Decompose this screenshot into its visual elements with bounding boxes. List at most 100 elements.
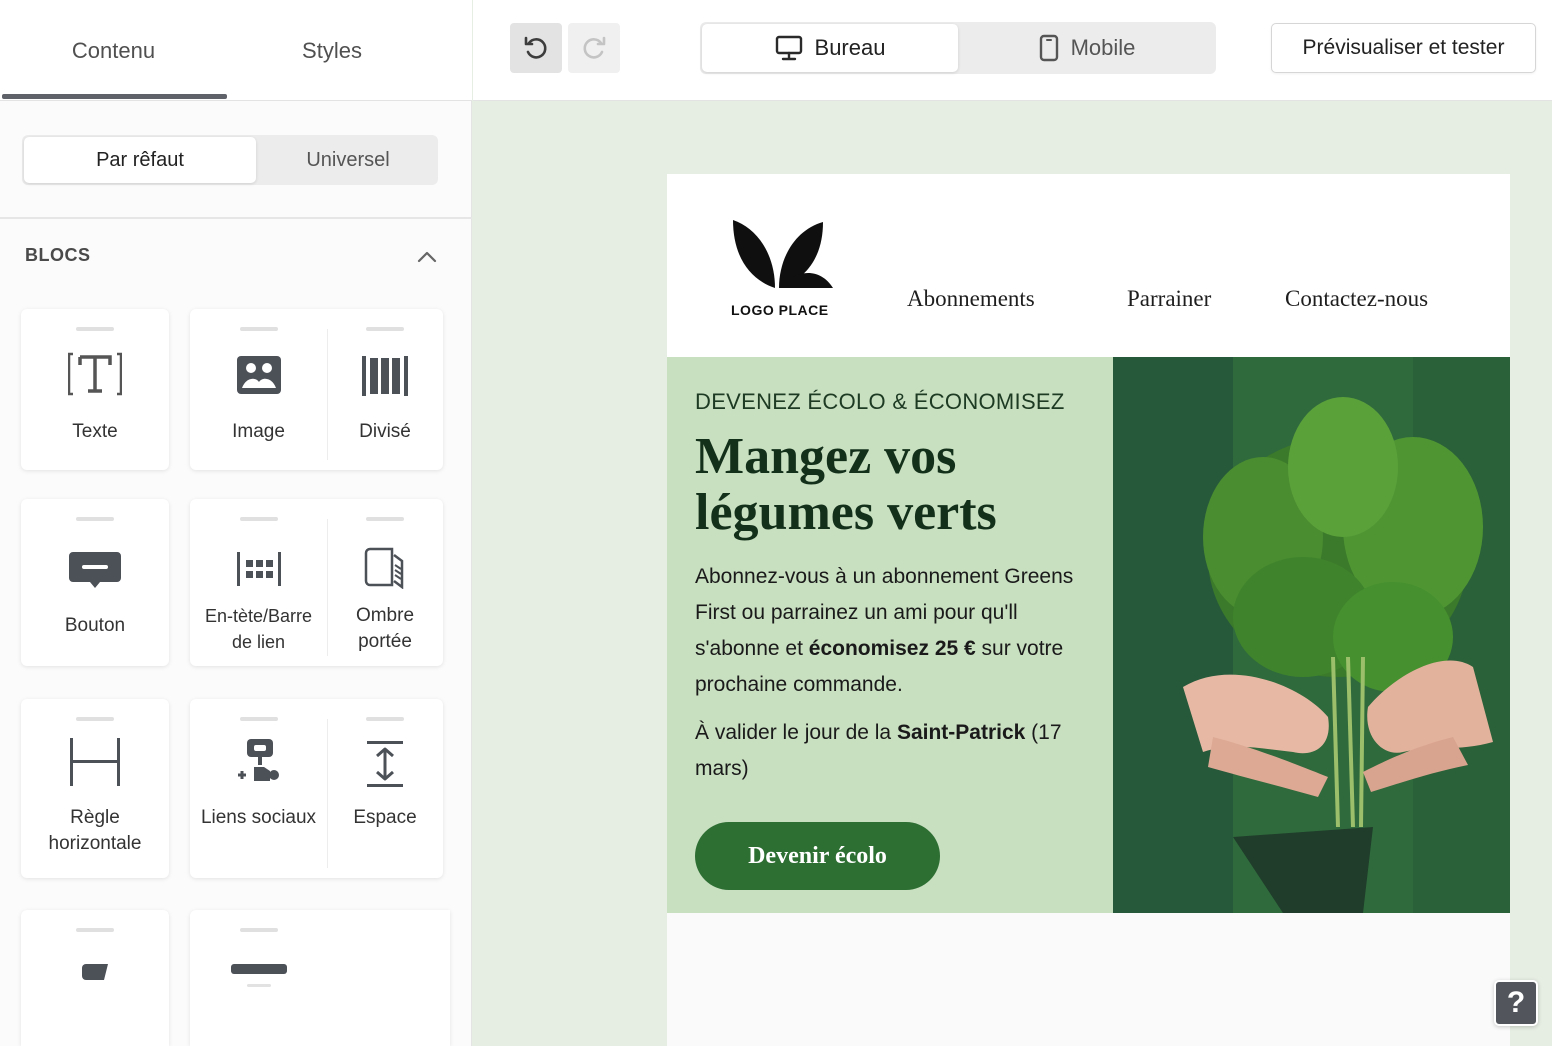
email-canvas: LOGO PLACE Abonnements Parrainer Contact… bbox=[667, 174, 1510, 1046]
block-label: Bouton bbox=[64, 615, 126, 636]
hero-photo-spinach bbox=[1113, 357, 1510, 913]
logo-text: LOGO PLACE bbox=[731, 302, 829, 318]
email-header: LOGO PLACE Abonnements Parrainer Contact… bbox=[667, 174, 1510, 357]
date-text-part: À valider le jour de la bbox=[695, 721, 897, 744]
desktop-icon bbox=[775, 35, 802, 61]
hero-body-text: Abonnez-vous à un abonnement Greens Firs… bbox=[695, 559, 1095, 703]
hero-text-panel: DEVENEZ ÉCOLO & ÉCONOMISEZ Mangez vos lé… bbox=[667, 357, 1113, 913]
block-card-button: Bouton bbox=[21, 499, 169, 666]
block-image[interactable]: Image bbox=[190, 309, 327, 470]
block-label: Règle horizontale bbox=[21, 805, 169, 857]
block-label-line: Ombre bbox=[355, 605, 415, 626]
device-mobile[interactable]: Mobile bbox=[960, 24, 1214, 72]
block-space[interactable]: Espace bbox=[327, 699, 443, 878]
block-text[interactable]: Texte bbox=[21, 309, 169, 470]
drag-handle bbox=[239, 327, 278, 331]
mobile-icon bbox=[1039, 34, 1058, 62]
block-social-links[interactable]: Liens sociaux bbox=[190, 699, 327, 878]
help-button[interactable]: ? bbox=[1494, 980, 1538, 1026]
block-label: Liens sociaux bbox=[200, 807, 317, 828]
block-label-line: En-tète/Barre bbox=[204, 606, 313, 626]
active-tab-indicator bbox=[2, 94, 227, 99]
drag-handle bbox=[239, 928, 278, 932]
redo-button[interactable] bbox=[568, 23, 620, 73]
block-partial-2[interactable] bbox=[190, 910, 327, 1046]
text-icon bbox=[21, 351, 169, 397]
header-bar-icon bbox=[190, 551, 327, 587]
block-button[interactable]: Bouton bbox=[21, 499, 169, 666]
cta-button[interactable]: Devenir écolo bbox=[695, 822, 940, 890]
block-label: Divisé bbox=[359, 421, 411, 442]
divider bbox=[0, 217, 472, 219]
device-mobile-label: Mobile bbox=[1070, 35, 1136, 60]
drag-handle bbox=[239, 517, 278, 521]
columns-icon bbox=[327, 355, 443, 397]
drag-handle bbox=[76, 928, 114, 932]
tab-styles[interactable]: Styles bbox=[227, 0, 437, 101]
horizontal-rule-icon bbox=[21, 737, 169, 787]
tab-contenu[interactable]: Contenu bbox=[0, 0, 227, 101]
undo-icon bbox=[524, 36, 547, 59]
block-card-partial bbox=[21, 910, 169, 1046]
block-label: Image bbox=[232, 421, 285, 442]
bar-icon bbox=[190, 962, 327, 992]
block-label-line: de lien bbox=[231, 632, 286, 652]
date-text-bold: Saint-Patrick bbox=[896, 721, 1026, 744]
nav-link-contact[interactable]: Contactez-nous bbox=[1285, 286, 1428, 312]
drag-handle bbox=[239, 717, 278, 721]
block-card-image-split: Image Divisé bbox=[190, 309, 443, 470]
hero-eyebrow: DEVENEZ ÉCOLO & ÉCONOMISEZ bbox=[695, 389, 1065, 414]
tag-icon bbox=[21, 962, 169, 982]
blocks-section-title: BLOCS bbox=[25, 245, 91, 265]
drag-handle bbox=[366, 327, 404, 331]
nav-link-subscriptions[interactable]: Abonnements bbox=[907, 286, 1035, 312]
undo-button[interactable] bbox=[510, 23, 562, 73]
block-label: Espace bbox=[353, 807, 417, 828]
hero-date-text: À valider le jour de la Saint-Patrick (1… bbox=[695, 715, 1095, 787]
body-text-bold: économisez 25 € bbox=[808, 637, 976, 660]
device-toggle: Bureau Mobile bbox=[700, 22, 1216, 74]
editor-toolbar: Bureau Mobile Prévisualiser et tester bbox=[473, 0, 1552, 101]
device-desktop-label: Bureau bbox=[814, 35, 886, 60]
spacer-icon bbox=[327, 739, 443, 789]
drag-handle bbox=[76, 717, 114, 721]
block-card-social-space: Liens sociaux Espace bbox=[190, 699, 443, 878]
preview-test-button[interactable]: Prévisualiser et tester bbox=[1271, 23, 1536, 73]
block-label: Texte bbox=[72, 421, 118, 442]
block-card-rule: Règle horizontale bbox=[21, 699, 169, 878]
block-label: Ombre portée bbox=[327, 603, 443, 655]
block-card-partial bbox=[190, 910, 450, 1046]
block-set-toggle: Par rêfaut Universel bbox=[22, 135, 438, 185]
social-links-icon bbox=[190, 737, 327, 785]
drag-handle bbox=[366, 717, 404, 721]
toggle-universal[interactable]: Universel bbox=[258, 137, 438, 183]
hero-headline: Mangez vos légumes verts bbox=[695, 429, 1095, 541]
block-label-line: horizontale bbox=[48, 833, 142, 854]
block-card-header-shadow: En-tète/Barre de lien Ombre portée bbox=[190, 499, 443, 666]
block-label-line: portée bbox=[358, 631, 412, 652]
drag-handle bbox=[76, 517, 114, 521]
toggle-default[interactable]: Par rêfaut bbox=[24, 137, 256, 183]
block-label: En-tète/Barre de lien bbox=[190, 603, 327, 655]
block-header-link-bar[interactable]: En-tète/Barre de lien bbox=[190, 499, 327, 666]
redo-icon bbox=[583, 36, 606, 59]
shadow-icon bbox=[327, 547, 443, 589]
drag-handle bbox=[76, 327, 114, 331]
device-desktop[interactable]: Bureau bbox=[702, 24, 958, 72]
button-icon bbox=[21, 551, 169, 595]
block-label-line: Règle bbox=[70, 807, 120, 828]
collapse-blocks-button[interactable] bbox=[414, 246, 440, 268]
sidebar-panel: Contenu Styles Par rêfaut Universel BLOC… bbox=[0, 0, 472, 1046]
nav-link-refer[interactable]: Parrainer bbox=[1127, 286, 1211, 312]
chevron-up-icon bbox=[417, 251, 437, 263]
headline-line: Mangez vos bbox=[695, 428, 957, 485]
block-split[interactable]: Divisé bbox=[327, 309, 443, 470]
image-icon bbox=[190, 355, 327, 395]
block-partial-1[interactable] bbox=[21, 910, 169, 1046]
hero-section[interactable]: DEVENEZ ÉCOLO & ÉCONOMISEZ Mangez vos lé… bbox=[667, 357, 1510, 913]
block-horizontal-rule[interactable]: Règle horizontale bbox=[21, 699, 169, 878]
sidebar-tabs: Contenu Styles bbox=[0, 0, 472, 101]
headline-line: légumes verts bbox=[695, 484, 997, 541]
block-drop-shadow[interactable]: Ombre portée bbox=[327, 499, 443, 666]
block-card-text: Texte bbox=[21, 309, 169, 470]
